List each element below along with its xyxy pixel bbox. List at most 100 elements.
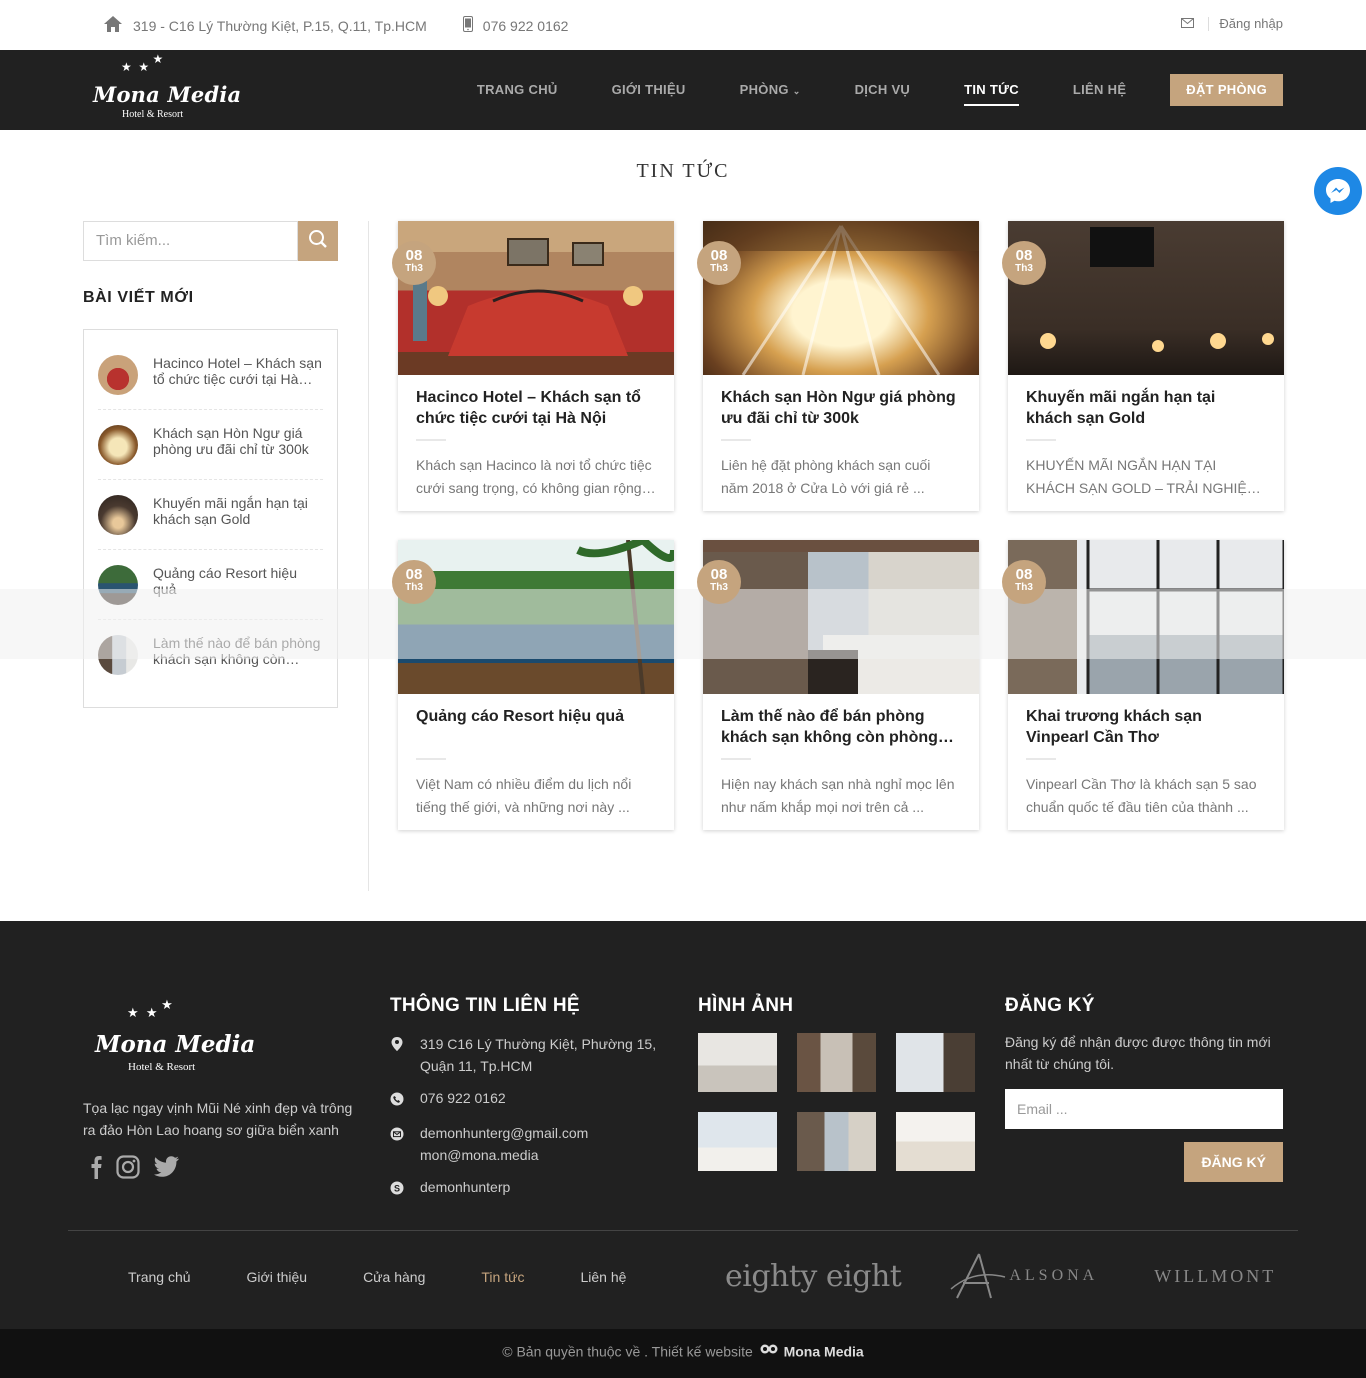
chevron-down-icon: ⌄ bbox=[792, 86, 801, 96]
mail-icon[interactable] bbox=[1181, 16, 1195, 31]
nav-contact[interactable]: LIÊN HỆ bbox=[1073, 74, 1126, 106]
nav-about[interactable]: GIỚI THIỆU bbox=[612, 74, 686, 106]
contact-phone-row: 076 922 0162 bbox=[390, 1087, 670, 1112]
post-card[interactable]: 08 Th3 Quảng cáo Resort hiệu quả Việt Nam… bbox=[392, 540, 674, 830]
recent-post-item[interactable]: Quảng cáo Resort hiệu quả bbox=[98, 550, 323, 620]
main-nav: TRANG CHỦ GIỚI THIỆU PHÒNG ⌄ DỊCH VỤ TIN… bbox=[423, 74, 1283, 106]
recent-post-item[interactable]: Khuyến mãi ngắn hạn tại khách sạn Gold bbox=[98, 480, 323, 550]
post-date-badge: 08 Th3 bbox=[392, 241, 436, 285]
topbar-phone[interactable]: 076 922 0162 bbox=[483, 18, 569, 34]
logo-brand: Mona Media bbox=[93, 82, 242, 107]
contact-skype-row: S demonhunterp bbox=[390, 1176, 670, 1201]
post-title[interactable]: Khai trương khách sạn Vinpearl Cần Thơ bbox=[1026, 706, 1266, 748]
subscribe-button[interactable]: ĐĂNG KÝ bbox=[1184, 1142, 1283, 1182]
post-excerpt: Khách sạn Hacinco là nơi tổ chức tiệc cư… bbox=[416, 457, 652, 496]
nav-rooms[interactable]: PHÒNG ⌄ bbox=[740, 74, 801, 106]
footer-logo[interactable]: ★ ★ ★ Mona Media Hotel & Resort bbox=[95, 997, 255, 1075]
post-image bbox=[1008, 221, 1284, 375]
stars-icon: ★ ★ ★ bbox=[121, 52, 164, 74]
posts-grid: 08 Th3 Hacinco Hotel – Khách sạn tổ chức … bbox=[392, 221, 1284, 830]
recent-post-title: Làm thế nào để bán phòng khách sạn không… bbox=[153, 635, 321, 667]
post-title[interactable]: Khuyến mãi ngắn hạn tại khách sạn Gold bbox=[1026, 387, 1266, 429]
recent-post-item[interactable]: Làm thế nào để bán phòng khách sạn không… bbox=[98, 620, 323, 689]
search-button[interactable] bbox=[298, 221, 338, 261]
contact-phone[interactable]: 076 922 0162 bbox=[420, 1087, 506, 1109]
login-link[interactable]: Đăng nhập bbox=[1219, 16, 1283, 31]
search-input[interactable]: Tìm kiếm... bbox=[83, 221, 298, 261]
post-title[interactable]: Khách sạn Hòn Ngư giá phòng ưu đãi chỉ t… bbox=[721, 387, 961, 429]
recent-posts-list: Hacinco Hotel – Khách sạn tổ chức tiệc c… bbox=[83, 329, 338, 708]
stars-icon: ★ ★ ★ bbox=[127, 997, 173, 1020]
post-title[interactable]: Quảng cáo Resort hiệu quả bbox=[416, 706, 656, 748]
recent-post-title: Khách sạn Hòn Ngư giá phòng ưu đãi chỉ t… bbox=[153, 425, 309, 457]
sidebar: Tìm kiếm... BÀI VIẾT MỚI Hacinco Hotel –… bbox=[83, 221, 338, 708]
post-card[interactable]: 08 Th3 Khách sạn Hòn Ngư giá phòng ưu đãi… bbox=[697, 221, 979, 511]
post-date-badge: 08 Th3 bbox=[392, 560, 436, 604]
gallery-image[interactable] bbox=[896, 1033, 975, 1092]
footer-nav: Trang chủ Giới thiệu Cửa hàng Tin tức Li… bbox=[128, 1269, 682, 1285]
footer-nav-about[interactable]: Giới thiệu bbox=[247, 1269, 308, 1285]
nav-home[interactable]: TRANG CHỦ bbox=[477, 74, 558, 106]
gallery-title: HÌNH ẢNH bbox=[698, 995, 794, 1016]
partner-logo-alsona-text: ALSONA bbox=[1009, 1267, 1099, 1284]
post-title[interactable]: Làm thế nào để bán phòng khách sạn không… bbox=[721, 706, 961, 748]
contact-email-secondary[interactable]: mon@mona.media bbox=[420, 1144, 588, 1166]
gallery-image[interactable] bbox=[797, 1112, 876, 1171]
post-card[interactable]: 08 Th3 Khuyến mãi ngắn hạn tại khách sạn … bbox=[1002, 221, 1284, 511]
svg-text:S: S bbox=[394, 1184, 400, 1194]
nav-news[interactable]: TIN TỨC bbox=[964, 74, 1019, 106]
partner-logo-alsona[interactable]: ALSONA bbox=[949, 1251, 1098, 1301]
partner-logo-willmont[interactable]: WILLMONT bbox=[1154, 1266, 1276, 1287]
phone-icon bbox=[390, 1090, 406, 1112]
post-excerpt: KHUYẾN MÃI NGẮN HẠN TẠI KHÁCH SẠN GOLD –… bbox=[1026, 457, 1259, 496]
post-excerpt: Vinpearl Cần Thơ là khách sạn 5 sao chuẩ… bbox=[1026, 776, 1257, 815]
footer-logo-brand: Mona Media bbox=[95, 1031, 256, 1058]
post-card[interactable]: 08 Th3 Làm thế nào để bán phòng khách sạn… bbox=[697, 540, 979, 830]
footer-subscribe: ĐĂNG KÝ Đăng ký để nhận được được thông … bbox=[1005, 995, 1283, 1182]
gallery-image[interactable] bbox=[698, 1033, 777, 1092]
footer-logo-subtitle: Hotel & Resort bbox=[128, 1061, 196, 1073]
subscribe-title: ĐĂNG KÝ bbox=[1005, 995, 1095, 1016]
footer-nav-home[interactable]: Trang chủ bbox=[128, 1269, 191, 1285]
contact-address-row: 319 C16 Lý Thường Kiệt, Phường 15, Quận … bbox=[390, 1033, 670, 1077]
partner-logo-eighty-eight[interactable]: eighty eight bbox=[725, 1259, 902, 1294]
footer-divider bbox=[68, 1230, 1298, 1231]
topbar-address: 319 - C16 Lý Thường Kiệt, P.15, Q.11, Tp… bbox=[133, 17, 427, 34]
site-logo[interactable]: ★ ★ ★ Mona Media Hotel & Resort bbox=[93, 52, 241, 124]
copyright-bar: © Bản quyền thuộc về . Thiết kế website … bbox=[0, 1329, 1366, 1378]
gallery-image[interactable] bbox=[698, 1112, 777, 1171]
nav-services[interactable]: DỊCH VỤ bbox=[855, 74, 911, 106]
contact-address: 319 C16 Lý Thường Kiệt, Phường 15, Quận … bbox=[420, 1036, 657, 1074]
post-card[interactable]: 08 Th3 Khai trương khách sạn Vinpearl Cần… bbox=[1002, 540, 1284, 830]
twitter-icon[interactable] bbox=[154, 1156, 180, 1178]
gallery-image[interactable] bbox=[896, 1112, 975, 1171]
contact-email-primary[interactable]: demonhunterg@gmail.com bbox=[420, 1122, 588, 1144]
footer-nav-contact[interactable]: Liên hệ bbox=[580, 1269, 626, 1285]
recent-post-thumbnail bbox=[98, 425, 138, 465]
book-room-button[interactable]: ĐẶT PHÒNG bbox=[1170, 74, 1283, 106]
footer-gallery: HÌNH ẢNH bbox=[698, 995, 978, 1171]
post-title[interactable]: Hacinco Hotel – Khách sạn tổ chức tiệc c… bbox=[416, 387, 656, 429]
contact-skype[interactable]: demonhunterp bbox=[420, 1176, 510, 1198]
recent-post-item[interactable]: Hacinco Hotel – Khách sạn tổ chức tiệc c… bbox=[98, 340, 323, 410]
footer-nav-news[interactable]: Tin tức bbox=[481, 1269, 524, 1285]
title-divider bbox=[721, 758, 751, 760]
recent-post-title: Khuyến mãi ngắn hạn tại khách sạn Gold bbox=[153, 495, 308, 527]
post-excerpt: Việt Nam có nhiều điểm du lịch nổi tiếng… bbox=[416, 776, 632, 815]
copyright-brand-link[interactable]: Mona Media bbox=[784, 1344, 864, 1360]
recent-post-item[interactable]: Khách sạn Hòn Ngư giá phòng ưu đãi chỉ t… bbox=[98, 410, 323, 480]
gallery-image[interactable] bbox=[797, 1033, 876, 1092]
post-date-badge: 08 Th3 bbox=[697, 560, 741, 604]
mobile-phone-icon bbox=[462, 16, 473, 35]
search-form: Tìm kiếm... bbox=[83, 221, 338, 261]
post-date-badge: 08 Th3 bbox=[1002, 241, 1046, 285]
messenger-icon[interactable] bbox=[1314, 167, 1362, 215]
subscribe-email-input[interactable]: Email ... bbox=[1005, 1089, 1283, 1129]
post-card[interactable]: 08 Th3 Hacinco Hotel – Khách sạn tổ chức … bbox=[392, 221, 674, 511]
copyright-text: © Bản quyền thuộc về . Thiết kế website bbox=[502, 1343, 753, 1360]
title-divider bbox=[416, 439, 446, 441]
footer-nav-shop[interactable]: Cửa hàng bbox=[363, 1269, 425, 1285]
post-image bbox=[703, 540, 979, 694]
facebook-icon[interactable] bbox=[90, 1155, 102, 1179]
instagram-icon[interactable] bbox=[116, 1155, 140, 1179]
